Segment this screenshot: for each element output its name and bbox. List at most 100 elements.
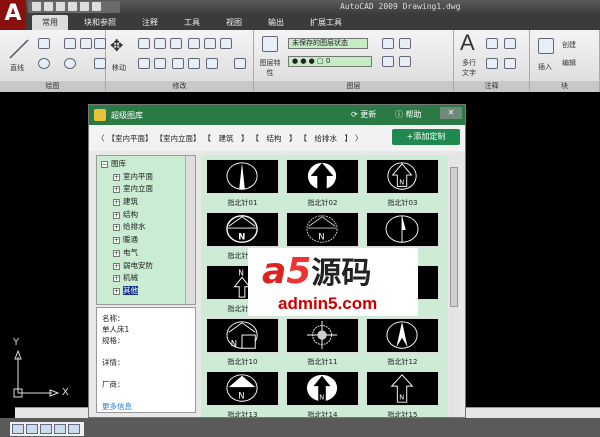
symbol-item[interactable]: N 指北针14 — [286, 371, 359, 417]
polygon-icon[interactable] — [80, 38, 92, 49]
save-icon[interactable] — [56, 2, 65, 11]
category-link[interactable]: 【室内平面】 — [108, 133, 153, 144]
panel-layers: 图层特性 未保存的图层状态 ● ● ● ▢ 0 图层 — [254, 30, 454, 92]
tree-item[interactable]: + 建筑 — [101, 196, 185, 209]
tree-item[interactable]: + 其他 — [101, 285, 185, 298]
mirror-icon[interactable] — [220, 38, 232, 49]
copy-icon[interactable] — [138, 38, 150, 49]
move-icon[interactable]: ✥ — [110, 36, 123, 55]
break-icon[interactable] — [172, 58, 184, 69]
symbol-item[interactable]: N 指北针03 — [366, 159, 439, 208]
tab-annotate[interactable]: 注释 — [132, 15, 168, 30]
redo-icon[interactable] — [92, 2, 101, 11]
symbol-item[interactable]: N 指北针13 — [206, 371, 279, 417]
north-arrow-icon: N — [206, 212, 279, 247]
more-info-link[interactable]: 更多信息 — [102, 401, 190, 412]
layer-tool-icon[interactable] — [382, 56, 394, 67]
tab-tools[interactable]: 工具 — [174, 15, 210, 30]
new-icon[interactable] — [32, 2, 41, 11]
offset-icon[interactable] — [234, 58, 246, 69]
open-icon[interactable] — [44, 2, 53, 11]
leader-icon[interactable] — [504, 58, 516, 69]
symbol-item[interactable]: 指北针01 — [206, 159, 279, 208]
insert-block-icon[interactable] — [538, 38, 554, 54]
polyline-icon[interactable] — [38, 38, 50, 49]
layer-tool-icon[interactable] — [399, 56, 411, 67]
panel-label-layers: 图层 — [254, 81, 453, 92]
category-link[interactable]: 【室内立面】 — [156, 133, 201, 144]
tab-output[interactable]: 输出 — [258, 15, 294, 30]
tree-item[interactable]: + 机械 — [101, 272, 185, 285]
erase-icon[interactable] — [138, 58, 150, 69]
table-icon[interactable] — [486, 58, 498, 69]
single-text-icon[interactable] — [486, 38, 498, 49]
undo-icon[interactable] — [80, 2, 89, 11]
device-icon[interactable] — [54, 424, 66, 434]
symbol-item[interactable]: N 指北针15 — [366, 371, 439, 417]
category-link[interactable]: 【 结构 】 — [252, 133, 297, 144]
tab-view[interactable]: 视图 — [216, 15, 252, 30]
tree-scrollbar[interactable] — [185, 156, 195, 304]
tab-blocks[interactable]: 块和参照 — [74, 15, 126, 30]
panel-draw: 直线 绘图 — [0, 30, 106, 92]
add-custom-button[interactable]: +添加定制 — [392, 129, 460, 145]
line-icon[interactable] — [8, 38, 30, 60]
prev-category-button[interactable]: 〈 — [97, 133, 105, 144]
trim-icon[interactable] — [170, 38, 182, 49]
edit-block-button[interactable]: 编辑 — [562, 58, 576, 68]
tree-root[interactable]: − 图库 — [101, 158, 185, 171]
fillet-icon[interactable] — [206, 58, 218, 69]
print-icon[interactable] — [68, 2, 77, 11]
circle-icon[interactable] — [38, 58, 50, 69]
symbol-item[interactable]: 指北针12 — [366, 318, 439, 367]
tree-item[interactable]: + 室内立面 — [101, 183, 185, 196]
tree-item[interactable]: + 室内平面 — [101, 171, 185, 184]
dimension-icon[interactable] — [504, 38, 516, 49]
symbol-item[interactable]: N 指北针10 — [206, 318, 279, 367]
category-link[interactable]: 【 给排水 】 — [300, 133, 353, 144]
lock-icon[interactable] — [26, 424, 38, 434]
layer-tool-icon[interactable] — [382, 38, 394, 49]
tree-item[interactable]: + 电气 — [101, 247, 185, 260]
category-link[interactable]: 【 建筑 】 — [204, 133, 249, 144]
scale-icon[interactable] — [188, 38, 200, 49]
line-label: 直线 — [10, 64, 24, 72]
model-icon[interactable] — [12, 424, 24, 434]
layout-icon[interactable] — [40, 424, 52, 434]
explode-icon[interactable] — [154, 58, 166, 69]
north-arrow-icon: N — [206, 371, 279, 406]
tab-home[interactable]: 常用 — [32, 15, 68, 30]
tree-item[interactable]: + 弱电安防 — [101, 260, 185, 273]
mtext-icon[interactable]: A — [460, 30, 475, 56]
join-icon[interactable] — [188, 58, 200, 69]
dialog-title: 超级图库 — [111, 111, 143, 120]
tree-item[interactable]: + 结构 — [101, 209, 185, 222]
close-icon[interactable]: ✕ — [440, 107, 462, 119]
rotate-icon[interactable] — [154, 38, 166, 49]
refresh-button[interactable]: ⟳ 更新 — [351, 109, 376, 120]
tree-item[interactable]: + 暖通 — [101, 234, 185, 247]
current-layer-dropdown[interactable]: ● ● ● ▢ 0 — [288, 56, 372, 67]
stretch-icon[interactable] — [204, 38, 216, 49]
ribbon-tabs: 常用 块和参照 注释 工具 视图 输出 扩展工具 — [26, 14, 600, 30]
create-block-button[interactable]: 创建 — [562, 40, 576, 50]
layer-properties-icon[interactable] — [262, 36, 278, 52]
layer-tool-icon[interactable] — [399, 38, 411, 49]
next-category-button[interactable]: 〉 — [355, 133, 363, 144]
settings-icon[interactable] — [68, 424, 80, 434]
app-menu-button[interactable]: A — [0, 0, 26, 30]
symbol-item[interactable]: 指北针11 — [286, 318, 359, 367]
ellipse-icon[interactable] — [64, 58, 76, 69]
layer-state-dropdown[interactable]: 未保存的图层状态 — [288, 38, 368, 49]
scrollbar-thumb[interactable] — [450, 167, 458, 307]
symbol-label: 指北针15 — [387, 411, 418, 417]
arc-icon[interactable] — [64, 38, 76, 49]
symbol-item[interactable]: 指北针02 — [286, 159, 359, 208]
tab-extensions[interactable]: 扩展工具 — [300, 15, 352, 30]
rectangle-icon[interactable] — [94, 38, 106, 49]
grid-scrollbar[interactable] — [449, 155, 459, 417]
tree-item[interactable]: + 给排水 — [101, 221, 185, 234]
help-button[interactable]: ⓘ 帮助 — [395, 109, 422, 120]
svg-text:N: N — [238, 268, 244, 277]
hatch-icon[interactable] — [94, 58, 106, 69]
